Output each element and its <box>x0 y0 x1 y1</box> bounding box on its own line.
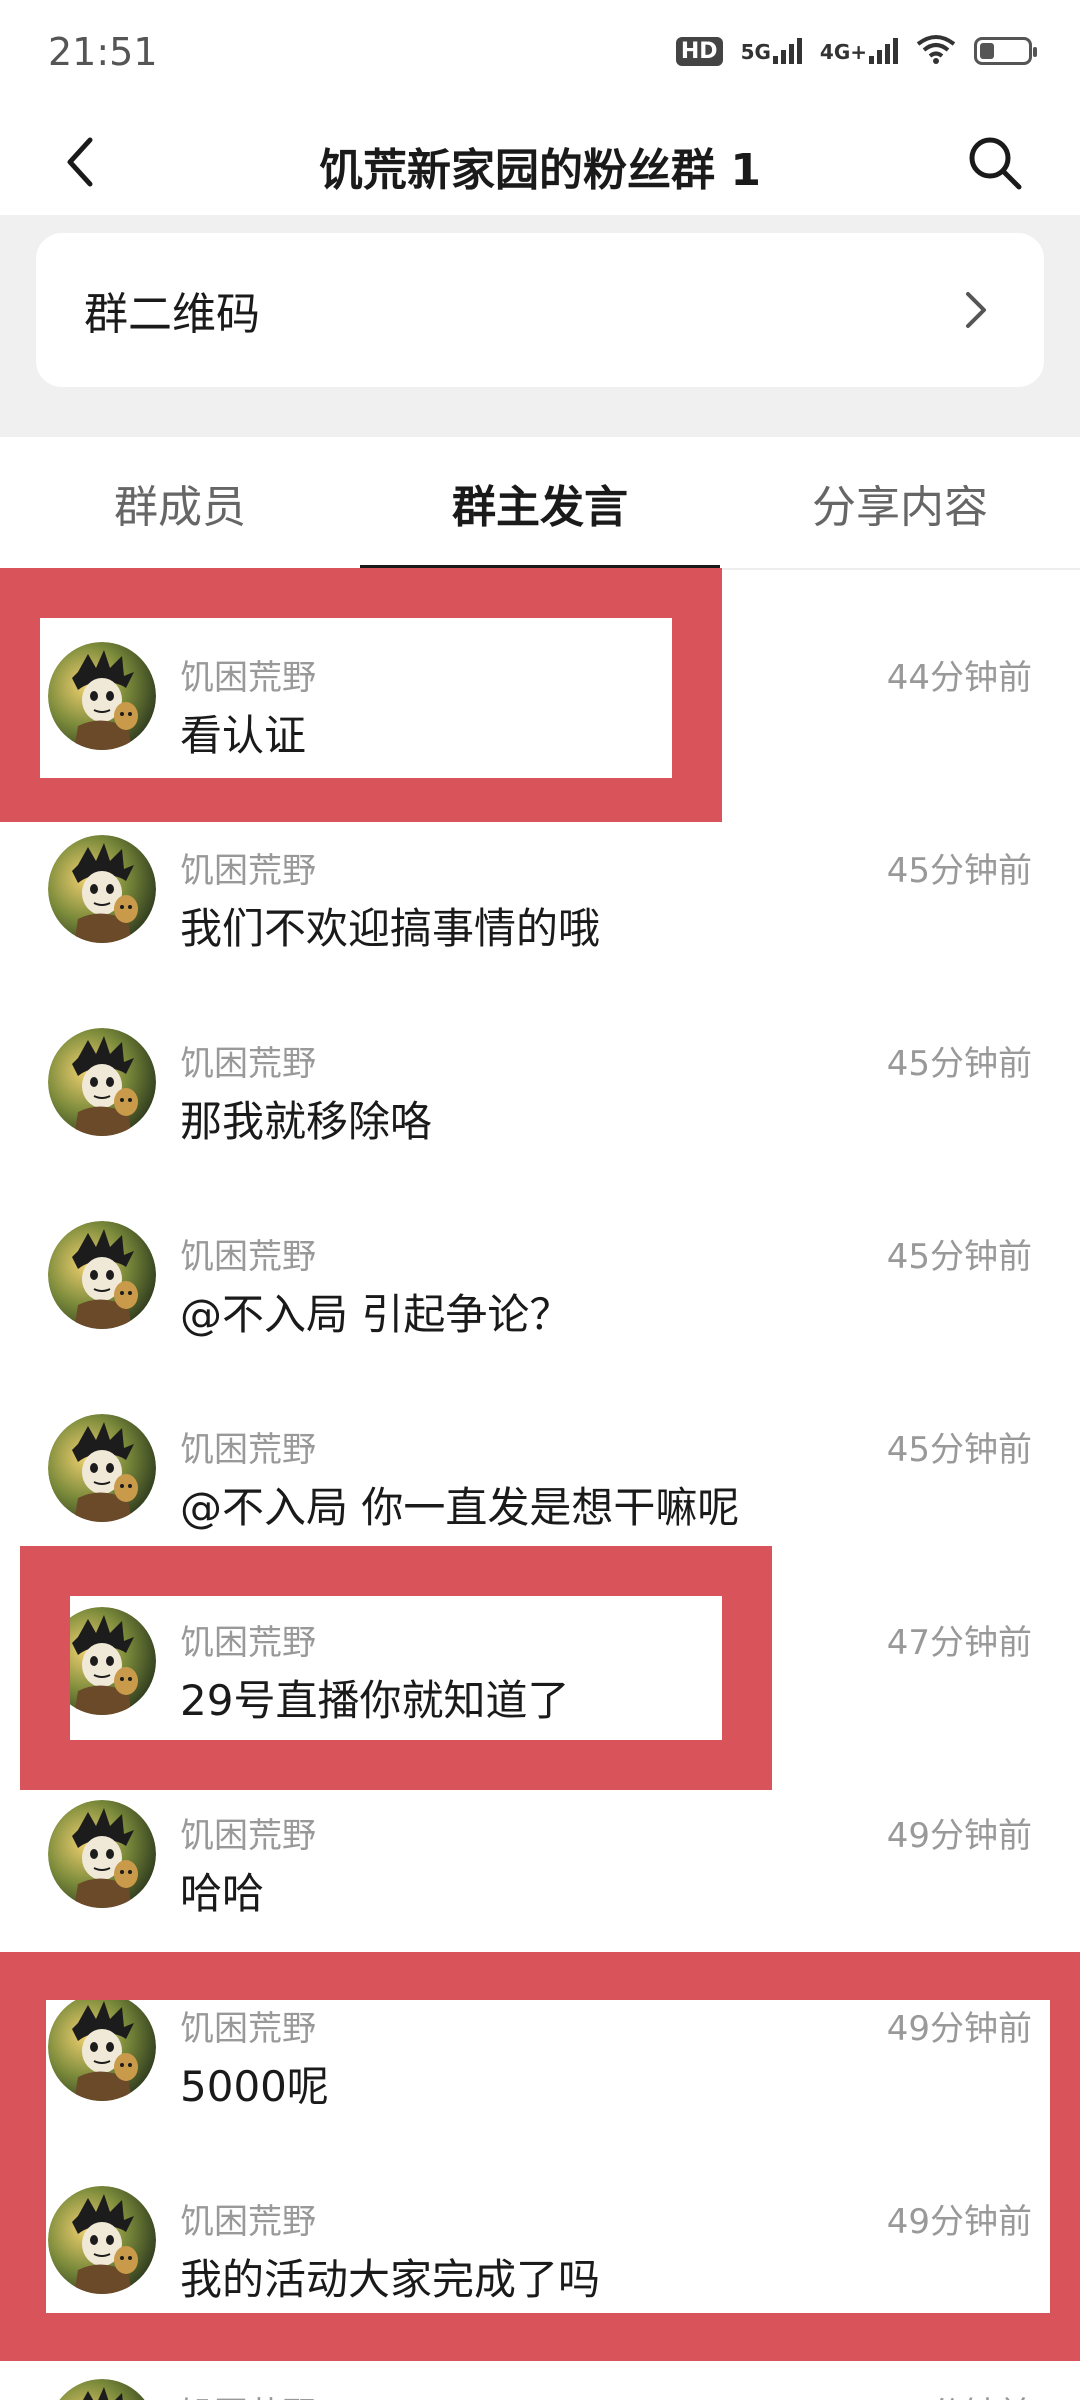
app-header: 饥荒新家园的粉丝群 1 <box>0 110 1080 215</box>
message-text: 看认证 <box>180 711 307 760</box>
battery-icon <box>974 37 1037 65</box>
search-button[interactable] <box>950 118 1040 208</box>
message-sender: 饥困荒野 <box>180 1623 316 1663</box>
network-5g-label: 5G <box>740 40 771 64</box>
message-time: 49分钟前 <box>886 1816 1032 1856</box>
signal-5g-icon: 5G <box>741 38 802 64</box>
message-text: 那我就移除咯 <box>180 1097 433 1146</box>
tab-members[interactable]: 群成员 <box>0 437 360 568</box>
message-text: 哈哈 <box>180 1869 265 1918</box>
message-row[interactable]: 饥困荒野 @不入局 引起争论？ 45分钟前 <box>0 1151 1080 1344</box>
avatar[interactable] <box>48 1221 156 1329</box>
message-text: 我们不欢迎搞事情的哦 <box>180 904 601 953</box>
network-4g-label: 4G+ <box>819 40 867 64</box>
signal-4g-icon: 4G+ <box>820 38 898 64</box>
message-text: 29号直播你就知道了 <box>180 1676 570 1725</box>
hd-icon: HD <box>675 36 723 66</box>
tab-shared-content[interactable]: 分享内容 <box>720 437 1080 568</box>
message-time: 49分钟前 <box>886 2202 1032 2242</box>
status-icons: HD 5G 4G+ <box>675 34 1037 68</box>
message-text: @不入局 引起争论？ <box>180 1290 572 1339</box>
message-time: 49分钟前 <box>886 2009 1032 2049</box>
message-time: 45分钟前 <box>886 1044 1032 1084</box>
owner-message-list: 饥困荒野 看认证 44分钟前 饥困荒野 我们不欢迎搞事情的哦 45分钟前 饥困荒… <box>0 572 1080 2400</box>
message-row[interactable]: 饥困荒野 那我就移除咯 45分钟前 <box>0 958 1080 1151</box>
message-time: 47分钟前 <box>886 1623 1032 1663</box>
message-text: 5000呢 <box>180 2062 329 2111</box>
chevron-right-icon <box>956 290 996 330</box>
message-sender: 饥困荒野 <box>180 1044 316 1084</box>
avatar[interactable] <box>48 1993 156 2101</box>
message-row[interactable]: 饥困荒野 49分钟前 <box>0 2309 1080 2400</box>
avatar[interactable] <box>48 1800 156 1908</box>
group-qr-label: 群二维码 <box>84 289 260 340</box>
message-row[interactable]: 饥困荒野 我的活动大家完成了吗 49分钟前 <box>0 2116 1080 2309</box>
avatar[interactable] <box>48 642 156 750</box>
message-time: 44分钟前 <box>886 658 1032 698</box>
wifi-icon <box>916 34 956 68</box>
message-row[interactable]: 饥困荒野 看认证 44分钟前 <box>0 572 1080 765</box>
message-time: 45分钟前 <box>886 1430 1032 1470</box>
message-sender: 饥困荒野 <box>180 1237 316 1277</box>
message-time: 45分钟前 <box>886 851 1032 891</box>
tab-owner-posts[interactable]: 群主发言 <box>360 437 720 570</box>
message-row[interactable]: 饥困荒野 哈哈 49分钟前 <box>0 1730 1080 1923</box>
avatar[interactable] <box>48 2186 156 2294</box>
message-time: 49分钟前 <box>887 2387 1032 2400</box>
message-sender: 饥困荒野 <box>180 1816 316 1856</box>
message-sender: 饥困荒野 <box>180 658 316 698</box>
page-title: 饥荒新家园的粉丝群 1 <box>319 145 761 196</box>
avatar[interactable] <box>48 835 156 943</box>
message-sender: 饥困荒野 <box>180 2387 316 2400</box>
message-sender: 饥困荒野 <box>180 1430 316 1470</box>
message-text: @不入局 你一直发是想干嘛呢 <box>180 1483 740 1532</box>
message-sender: 饥困荒野 <box>180 851 316 891</box>
group-qr-row[interactable]: 群二维码 <box>36 233 1044 387</box>
message-row[interactable]: 饥困荒野 @不入局 你一直发是想干嘛呢 45分钟前 <box>0 1344 1080 1537</box>
message-sender: 饥困荒野 <box>180 2202 316 2242</box>
avatar[interactable] <box>48 1414 156 1522</box>
message-time: 45分钟前 <box>886 1237 1032 1277</box>
avatar[interactable] <box>48 1028 156 1136</box>
status-bar: 21:51 HD 5G 4G+ <box>0 0 1080 110</box>
message-row[interactable]: 饥困荒野 5000呢 49分钟前 <box>0 1923 1080 2116</box>
message-row[interactable]: 饥困荒野 29号直播你就知道了 47分钟前 <box>0 1537 1080 1730</box>
message-text: 我的活动大家完成了吗 <box>180 2255 601 2304</box>
avatar[interactable] <box>48 1607 156 1715</box>
tab-bar: 群成员 群主发言 分享内容 <box>0 437 1080 570</box>
status-time: 21:51 <box>48 30 158 74</box>
message-row[interactable]: 饥困荒野 我们不欢迎搞事情的哦 45分钟前 <box>0 765 1080 958</box>
avatar[interactable] <box>48 2379 156 2400</box>
message-sender: 饥困荒野 <box>180 2009 316 2049</box>
search-icon <box>969 137 1022 190</box>
